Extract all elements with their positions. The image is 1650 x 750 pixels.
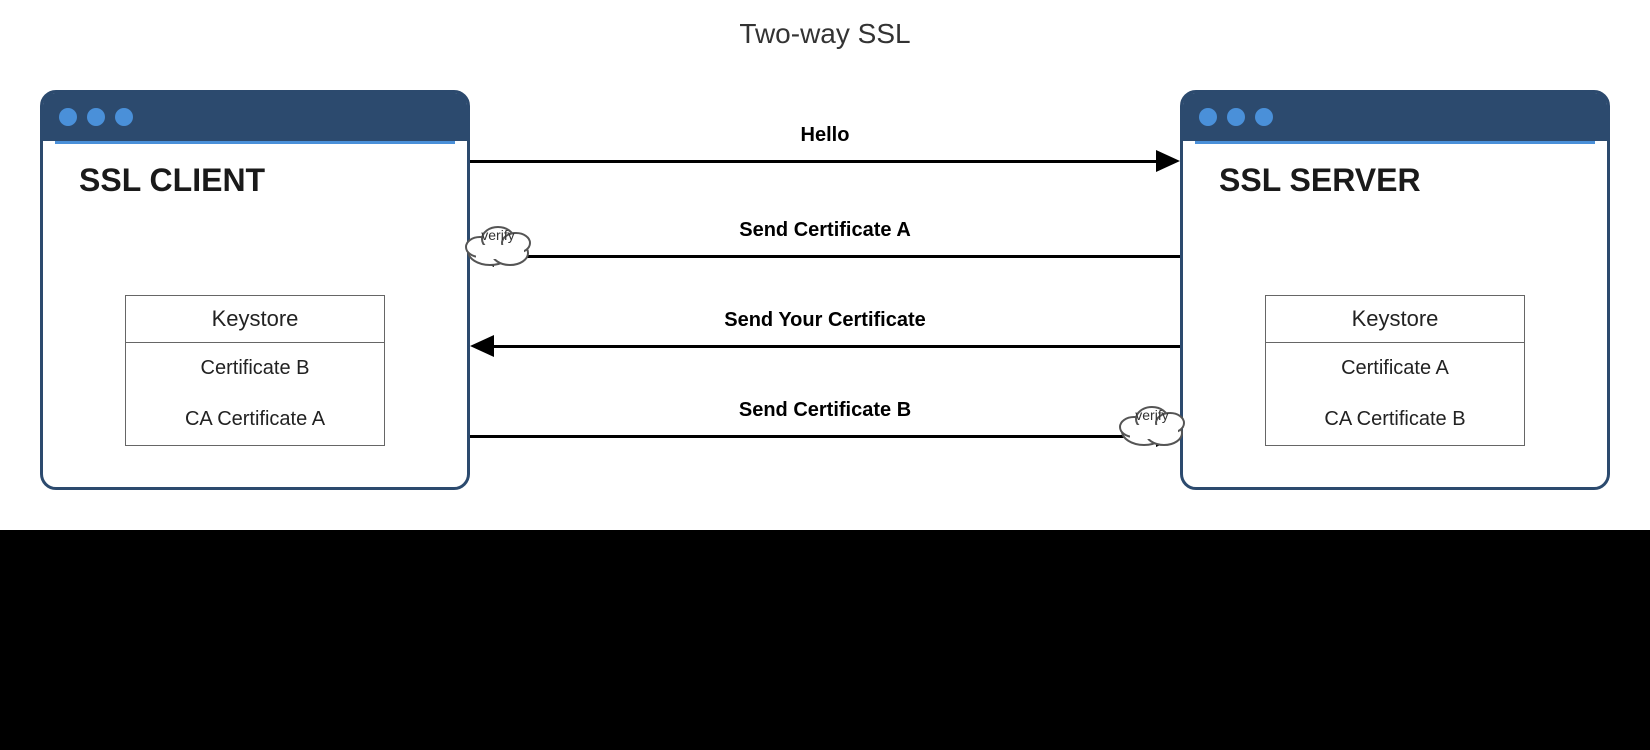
server-title: SSL SERVER xyxy=(1199,154,1441,199)
server-keystore-row-2: CA Certificate B xyxy=(1266,394,1524,445)
client-titlebar xyxy=(43,93,467,141)
server-keystore-row-1: Certificate A xyxy=(1266,343,1524,394)
client-content: Keystore Certificate B CA Certificate A xyxy=(43,199,467,542)
client-keystore-table: Keystore Certificate B CA Certificate A xyxy=(125,295,385,446)
client-dot-1 xyxy=(59,108,77,126)
verify-text-left: verify xyxy=(481,227,514,243)
arrow-hello-head xyxy=(1156,150,1180,172)
arrow-send-your-cert-head xyxy=(470,335,494,357)
client-dot-2 xyxy=(87,108,105,126)
server-dot-1 xyxy=(1199,108,1217,126)
arrow-hello-shaft xyxy=(470,160,1156,163)
client-keystore-row-1: Certificate B xyxy=(126,343,384,394)
server-dot-2 xyxy=(1227,108,1245,126)
ssl-server-box: SSL SERVER Keystore Certificate A CA Cer… xyxy=(1180,90,1610,490)
verify-cloud-right: verify xyxy=(1114,391,1190,447)
arrow-hello: Hello xyxy=(470,150,1180,172)
diagram-section: Two-way SSL SSL CLIENT Keystore Certific… xyxy=(0,0,1650,530)
arrow-send-cert-b-shaft xyxy=(470,435,1156,438)
arrow-send-cert-b: Send Certificate B verify xyxy=(470,425,1180,447)
arrows-section: Hello Send Certificate A xyxy=(470,90,1180,490)
bottom-section xyxy=(0,530,1650,750)
arrow-send-cert-a-label: Send Certificate A xyxy=(739,219,911,242)
arrow-send-your-cert-shaft xyxy=(494,345,1180,348)
client-title: SSL CLIENT xyxy=(59,154,285,199)
client-dot-3 xyxy=(115,108,133,126)
client-keystore-row-2: CA Certificate A xyxy=(126,394,384,445)
diagram-area: SSL CLIENT Keystore Certificate B CA Cer… xyxy=(40,70,1610,510)
arrow-send-cert-a: Send Certificate A verify xyxy=(470,245,1180,267)
client-keystore-header: Keystore xyxy=(126,296,384,343)
ssl-client-box: SSL CLIENT Keystore Certificate B CA Cer… xyxy=(40,90,470,490)
server-content: Keystore Certificate A CA Certificate B xyxy=(1183,199,1607,542)
server-titlebar xyxy=(1183,93,1607,141)
arrow-send-cert-a-shaft xyxy=(494,255,1180,258)
verify-text-right: verify xyxy=(1135,407,1168,423)
page-title: Two-way SSL xyxy=(0,0,1650,50)
server-dot-3 xyxy=(1255,108,1273,126)
verify-cloud-left: verify xyxy=(460,211,536,267)
arrow-send-your-cert-label: Send Your Certificate xyxy=(724,309,926,332)
server-keystore-header: Keystore xyxy=(1266,296,1524,343)
arrow-send-cert-b-label: Send Certificate B xyxy=(739,399,911,422)
arrow-send-your-cert: Send Your Certificate xyxy=(470,335,1180,357)
arrow-hello-label: Hello xyxy=(801,124,850,147)
server-keystore-table: Keystore Certificate A CA Certificate B xyxy=(1265,295,1525,446)
